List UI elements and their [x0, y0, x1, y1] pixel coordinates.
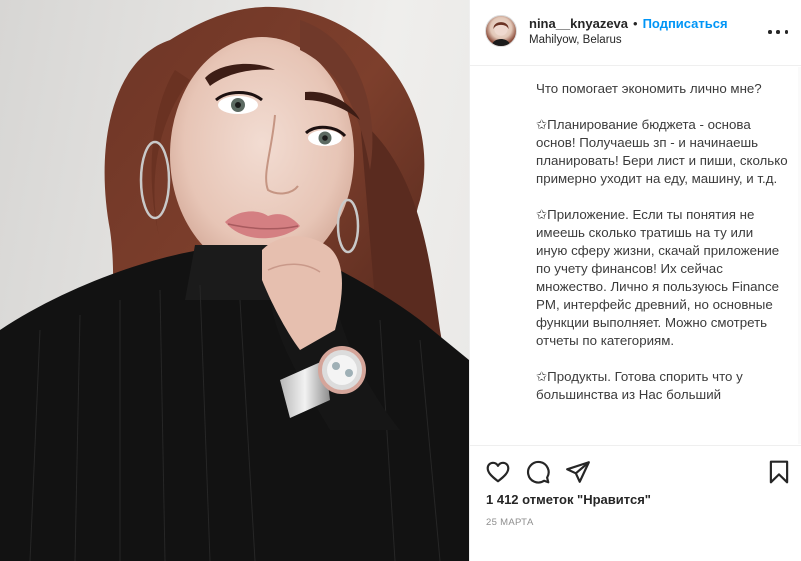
username-link[interactable]: nina__knyazeva: [529, 16, 628, 32]
comment-icon[interactable]: [525, 459, 551, 485]
portrait-illustration: [0, 6, 469, 561]
more-dot: [784, 30, 788, 34]
post-header: nina__knyazeva • Подписаться Mahilyow, B…: [470, 0, 801, 66]
separator-dot: •: [633, 16, 638, 31]
bookmark-icon[interactable]: [766, 459, 792, 485]
more-options-icon[interactable]: [768, 24, 788, 40]
comments-area[interactable]: Что помогает экономить лично мне? ✩Плани…: [470, 67, 801, 444]
avatar[interactable]: [485, 15, 517, 47]
avatar-image: [491, 22, 511, 46]
post-actions: 1 412 отметок "Нравится" 25 МАРТА: [470, 445, 801, 561]
paper-plane-icon[interactable]: [565, 459, 591, 485]
post-caption: Что помогает экономить лично мне? ✩Плани…: [536, 81, 788, 402]
user-line: nina__knyazeva • Подписаться: [529, 16, 728, 32]
more-dot: [776, 30, 780, 34]
post-details-panel: nina__knyazeva • Подписаться Mahilyow, B…: [469, 0, 801, 561]
instagram-post: nina__knyazeva • Подписаться Mahilyow, B…: [0, 0, 801, 561]
more-dot: [768, 30, 772, 34]
follow-button[interactable]: Подписаться: [643, 16, 728, 32]
heart-icon[interactable]: [485, 459, 511, 485]
likes-count[interactable]: 1 412 отметок "Нравится": [486, 492, 651, 507]
location-link[interactable]: Mahilyow, Belarus: [529, 34, 622, 46]
post-date[interactable]: 25 МАРТА: [486, 517, 534, 528]
post-photo[interactable]: [0, 0, 469, 561]
